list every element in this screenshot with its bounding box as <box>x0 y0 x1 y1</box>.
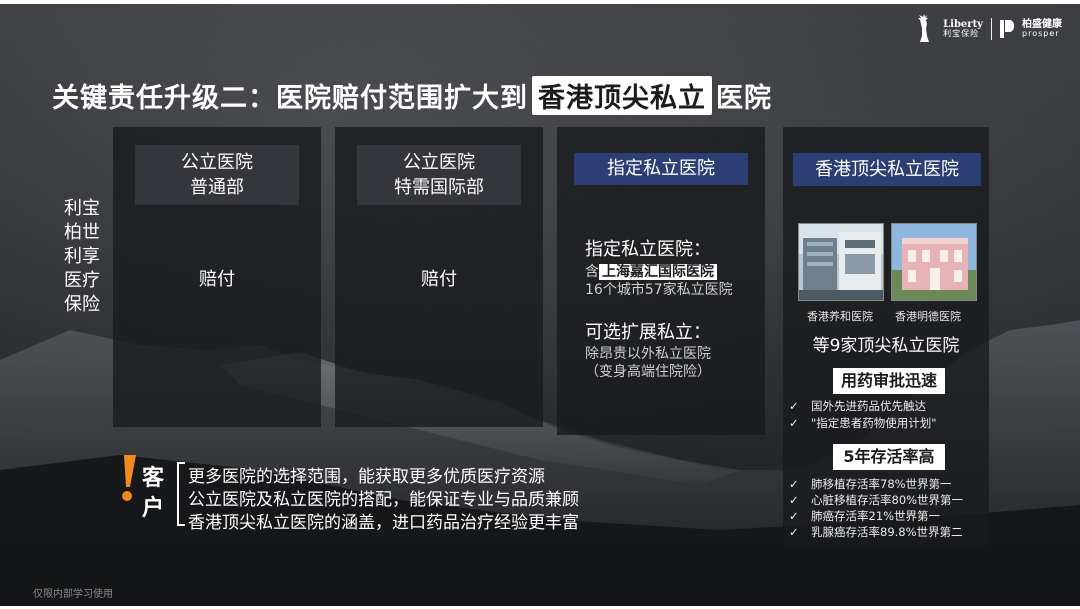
top-border <box>0 0 1080 4</box>
liberty-logo-sub: 利宝保险 <box>943 29 980 39</box>
check-item: ✓ 肺移植存活率78%世界第一 <box>789 476 952 492</box>
column-designated-private: 指定私立医院 指定私立医院： 含上海嘉汇国际医院 16个城市57家私立医院 可选… <box>557 127 765 435</box>
coverage-text: 赔付 <box>199 269 235 290</box>
title-highlight: 香港顶尖私立 <box>532 76 712 115</box>
column-header: 指定私立医院 <box>574 153 748 185</box>
section-line: 16个城市57家私立医院 <box>585 282 733 298</box>
check-item-text: 乳腺癌存活率89.8%世界第二 <box>811 525 963 539</box>
section-line: 除昂贵以外私立医院 <box>585 346 711 362</box>
product-name-line: 利享 <box>64 246 100 267</box>
column-header-line: 普通部 <box>190 177 244 198</box>
column-header-line: 特需国际部 <box>394 177 484 198</box>
check-item: ✓ 乳腺癌存活率89.8%世界第二 <box>789 524 963 540</box>
prosper-logo-icon <box>1000 20 1014 38</box>
logo-separator <box>991 18 992 40</box>
prosper-logo-text: 柏盛健康 prosper <box>1022 19 1062 39</box>
photo-caption: 香港养和医院 <box>807 310 873 323</box>
hospital-count-text: 等9家顶尖私立医院 <box>812 336 960 356</box>
check-icon: ✓ <box>789 493 799 507</box>
statue-of-liberty-icon <box>918 14 930 42</box>
column-public-special: 公立医院 特需国际部 赔付 <box>335 127 543 427</box>
internal-use-note: 仅限内部学习使用 <box>33 589 113 600</box>
feature-tag: 5年存活率高 <box>833 444 945 470</box>
section-line: （变身高端住院险） <box>585 364 711 380</box>
check-item-text: "指定患者药物使用计划" <box>811 416 937 430</box>
customer-label: 客户 <box>142 466 165 521</box>
column-header: 公立医院 特需国际部 <box>357 145 521 205</box>
photo-caption: 香港明德医院 <box>895 310 961 323</box>
section-title: 可选扩展私立： <box>585 322 711 343</box>
product-name-label: 利宝 柏世 利享 医疗 保险 <box>60 197 104 317</box>
check-item-text: 心脏移植存活率80%世界第一 <box>811 493 964 507</box>
section-line: 含上海嘉汇国际医院 <box>585 261 717 281</box>
product-name-line: 柏世 <box>64 222 100 243</box>
customer-benefit-line: 更多医院的选择范围，能获取更多优质医疗资源 <box>188 467 545 487</box>
check-icon: ✓ <box>789 509 799 523</box>
check-item: ✓ 国外先进药品优先触达 <box>789 398 926 414</box>
check-icon: ✓ <box>789 477 799 491</box>
check-item-text: 肺移植存活率78%世界第一 <box>811 477 952 491</box>
check-icon: ✓ <box>789 525 799 539</box>
check-item-text: 国外先进药品优先触达 <box>811 399 926 413</box>
section-line-prefix: 含 <box>585 264 599 280</box>
hospital-photo-yangho <box>798 223 884 301</box>
product-name-line: 利宝 <box>64 198 100 219</box>
column-header: 香港顶尖私立医院 <box>793 153 981 186</box>
check-icon: ✓ <box>789 416 799 430</box>
check-item: ✓ 肺癌存活率21%世界第一 <box>789 508 940 524</box>
check-item: ✓ "指定患者药物使用计划" <box>789 415 937 431</box>
product-name-line: 保险 <box>64 294 100 315</box>
column-public-general: 公立医院 普通部 赔付 <box>113 127 321 427</box>
page-title: 关键责任升级二：医院赔付范围扩大到 香港顶尖私立 医院 <box>52 76 772 115</box>
feature-tag: 用药审批迅速 <box>833 368 945 394</box>
product-name-line: 医疗 <box>64 270 100 291</box>
hospital-highlight: 上海嘉汇国际医院 <box>599 264 717 280</box>
prosper-logo-sub: prosper <box>1022 29 1060 39</box>
column-header: 公立医院 普通部 <box>135 145 299 205</box>
customer-benefit-line: 公立医院及私立医院的搭配，能保证专业与品质兼顾 <box>188 490 579 510</box>
check-icon: ✓ <box>789 399 799 413</box>
title-suffix: 医院 <box>716 83 772 114</box>
check-item: ✓ 心脏移植存活率80%世界第一 <box>789 492 963 508</box>
hospital-photo-matilda <box>891 223 977 301</box>
exclamation-icon <box>122 455 136 501</box>
coverage-text: 赔付 <box>421 269 457 290</box>
note-bracket <box>177 462 185 526</box>
brand-logos: Liberty 利宝保险 柏盛健康 prosper <box>915 14 1062 44</box>
column-hk-top-private: 香港顶尖私立医院 香港养和医院 香港明德医院 等9家顶尖私立医院 用药审批迅速 … <box>783 127 989 547</box>
title-prefix: 关键责任升级二：医院赔付范围扩大到 <box>52 83 528 114</box>
column-header-line: 公立医院 <box>181 152 253 173</box>
check-item-text: 肺癌存活率21%世界第一 <box>811 509 941 523</box>
customer-benefit-line: 香港顶尖私立医院的涵盖，进口药品治疗经验更丰富 <box>188 513 579 533</box>
liberty-logo-text: Liberty 利宝保险 <box>943 19 983 39</box>
slide: Liberty 利宝保险 柏盛健康 prosper 关键责任升级二：医院赔付范围… <box>0 0 1080 609</box>
column-header-line: 公立医院 <box>403 152 475 173</box>
section-title: 指定私立医院： <box>585 239 711 260</box>
